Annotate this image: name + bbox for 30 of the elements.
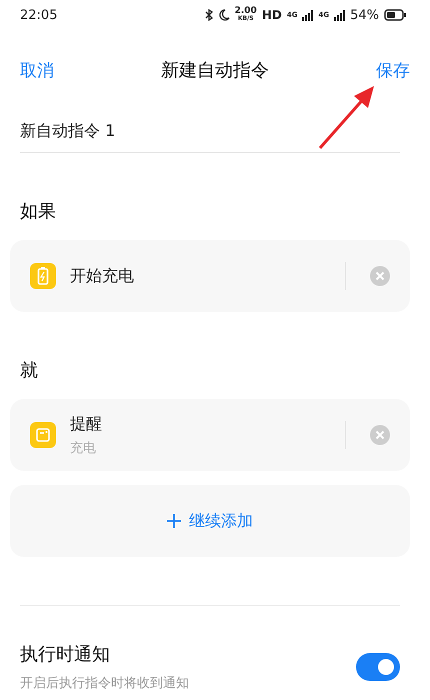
- action-card[interactable]: 提醒 充电: [10, 399, 410, 471]
- moon-icon: [218, 9, 230, 21]
- network-speed: 2.00: [234, 7, 257, 15]
- remove-icon[interactable]: [370, 266, 390, 286]
- remove-icon[interactable]: [370, 425, 390, 445]
- toggle-switch[interactable]: [356, 653, 400, 681]
- item-subtitle: 充电: [70, 440, 97, 456]
- setting-description: 开启后执行指令时将收到通知: [20, 675, 190, 692]
- annotation-arrow: [318, 86, 374, 149]
- section-title: 就: [20, 359, 38, 382]
- battery-icon: [384, 9, 406, 21]
- page-title: 新建自动指令: [161, 59, 269, 82]
- hd-label: HD: [262, 8, 282, 22]
- item-title: 开始充电: [70, 266, 135, 286]
- section-title: 如果: [20, 200, 56, 223]
- plus-icon: [167, 514, 181, 528]
- status-time: 22:05: [20, 8, 58, 22]
- name-input[interactable]: 新自动指令 1: [20, 110, 400, 152]
- save-button[interactable]: 保存: [376, 58, 410, 82]
- add-button[interactable]: 继续添加: [10, 485, 410, 557]
- battery-charge-icon: [30, 263, 56, 289]
- bluetooth-icon: [204, 9, 214, 21]
- battery-percent: 54%: [350, 8, 379, 22]
- cancel-button[interactable]: 取消: [20, 58, 54, 82]
- item-title: 提醒: [70, 414, 103, 434]
- signal-icon: [334, 10, 346, 20]
- signal-icon: [302, 10, 314, 20]
- trigger-card[interactable]: 开始充电: [10, 240, 410, 312]
- setting-title: 执行时通知: [20, 643, 111, 666]
- note-icon: [30, 422, 56, 448]
